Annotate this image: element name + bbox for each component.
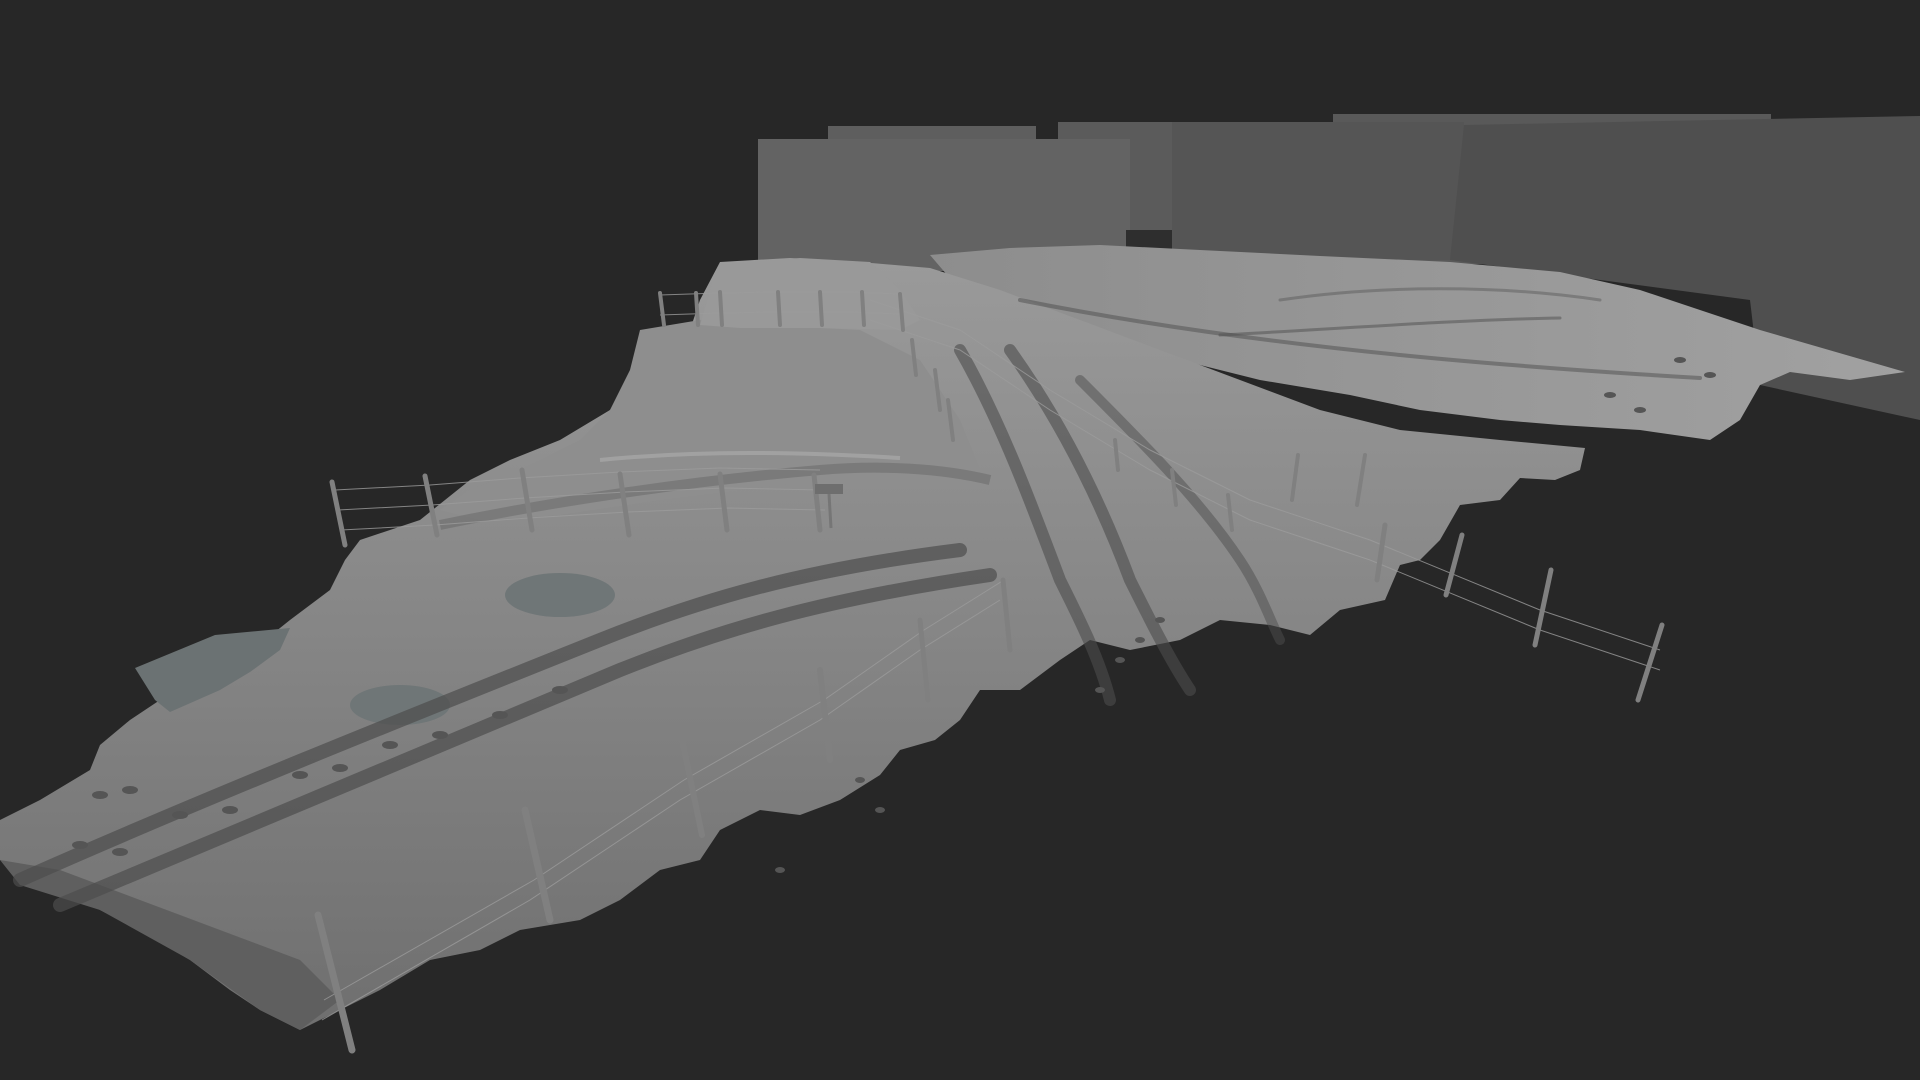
footprint [855,777,865,783]
fence-post [1443,532,1465,598]
fence-post [860,290,866,327]
footprint [1634,407,1646,413]
footprint [1135,637,1145,643]
fence-post [818,290,824,327]
footprint [492,711,508,719]
3d-viewport[interactable] [0,0,1920,1080]
sign-board-panel [815,484,843,494]
footprint [122,786,138,794]
footprint [92,791,108,799]
scene-render [0,114,1920,1054]
footprint [72,841,88,849]
footprint [382,741,398,749]
fence-post [1532,567,1554,648]
footprint [172,811,188,819]
fence-post [329,479,348,548]
footprint [1674,357,1686,363]
footprint [222,806,238,814]
snowy-terrain [0,245,1905,1030]
footprint [875,807,885,813]
fence-post [694,291,700,327]
fence-post [1635,622,1665,703]
footprint [432,731,448,739]
fence-post [776,290,782,327]
footprint [332,764,348,772]
footprint [112,848,128,856]
footprint [775,867,785,873]
footprint [1095,687,1105,693]
footprint [1704,372,1716,378]
sign-board-post [827,493,833,529]
fence-post [658,291,666,327]
footprint [1604,392,1616,398]
footprint [1155,617,1165,623]
backdrop-panel [1172,122,1464,260]
footprint [1115,657,1125,663]
footprint [292,771,308,779]
water-puddle [505,573,615,617]
fence-post [718,290,724,327]
footprint [552,686,568,694]
